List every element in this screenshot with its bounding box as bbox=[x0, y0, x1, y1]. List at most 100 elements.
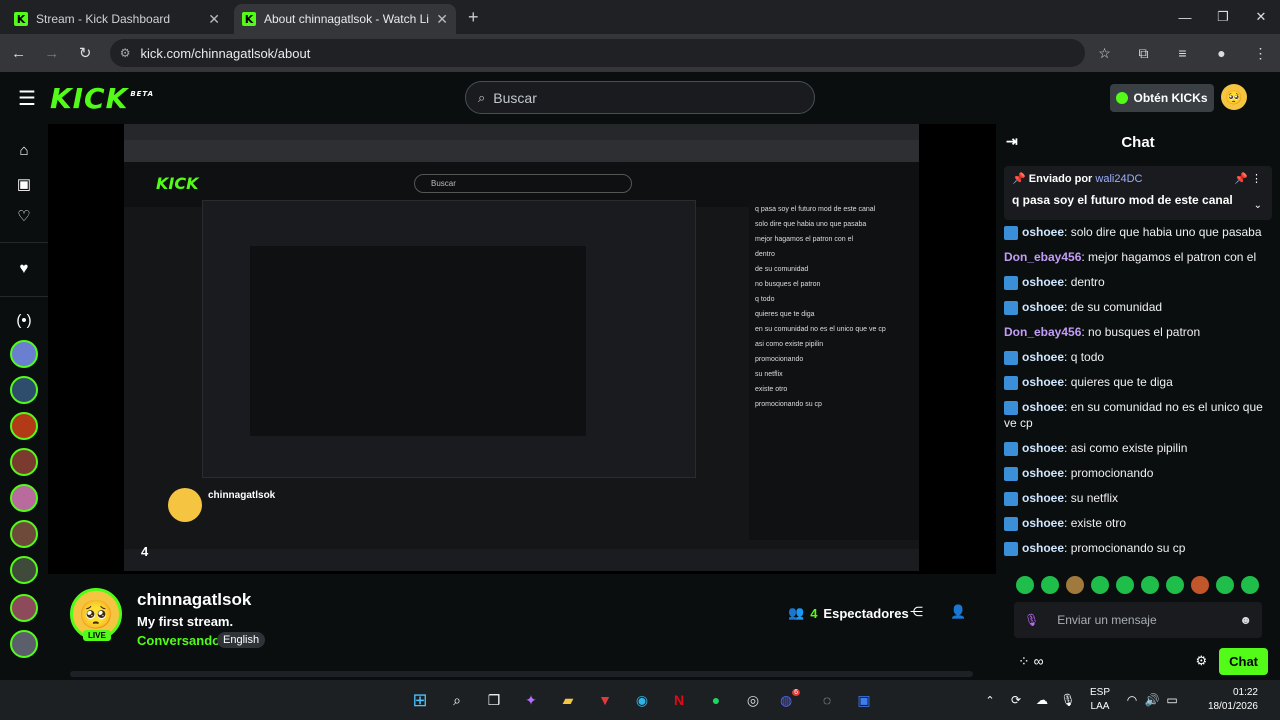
close-window-icon[interactable]: ✕ bbox=[1242, 0, 1280, 34]
emote-icon[interactable] bbox=[1116, 576, 1134, 594]
chat-username[interactable]: oshoee bbox=[1022, 350, 1064, 364]
file-explorer-icon[interactable]: ▰ bbox=[556, 688, 580, 712]
back-icon[interactable]: ← bbox=[4, 45, 33, 62]
keyboard-language[interactable]: ESP LAA bbox=[1090, 686, 1110, 714]
channel-avatar[interactable] bbox=[10, 376, 38, 404]
home-icon[interactable]: ⌂ bbox=[12, 138, 36, 162]
emote-icon[interactable] bbox=[1191, 576, 1209, 594]
collapse-chat-icon[interactable]: ⇥ bbox=[1006, 133, 1018, 150]
chat-username[interactable]: oshoee bbox=[1022, 300, 1064, 314]
media-icon[interactable]: ≡ bbox=[1163, 45, 1202, 61]
chat-username[interactable]: oshoee bbox=[1022, 491, 1064, 505]
kicks-infinity-icon[interactable]: ⁘ ∞ bbox=[1018, 653, 1044, 670]
pinned-message[interactable]: 📌 Enviado por wali24DC q pasa soy el fut… bbox=[1004, 166, 1272, 220]
settings-gear-icon[interactable]: ⚙ bbox=[1195, 653, 1207, 669]
pinned-user[interactable]: wali24DC bbox=[1095, 173, 1142, 185]
task-view-icon[interactable]: ❐ bbox=[482, 688, 506, 712]
profile-icon[interactable]: ● bbox=[1202, 45, 1241, 61]
kick-logo[interactable]: KICK BETA bbox=[50, 82, 154, 115]
extensions-icon[interactable]: ⧉ bbox=[1124, 45, 1163, 62]
search-input[interactable]: ⌕ Buscar bbox=[465, 81, 815, 114]
microphone-icon[interactable]: 🎙 bbox=[1024, 613, 1039, 627]
close-icon[interactable]: ✕ bbox=[436, 11, 448, 28]
language-tag[interactable]: English bbox=[217, 632, 266, 648]
reload-icon[interactable]: ↻ bbox=[71, 44, 100, 62]
video-player[interactable]: KICK Buscar q pasa soy el futuro mod de … bbox=[48, 124, 996, 574]
menu-icon[interactable]: ⋮ bbox=[1241, 45, 1280, 62]
discord-icon[interactable]: ◍ 6 bbox=[778, 688, 802, 712]
emote-icon[interactable] bbox=[1066, 576, 1084, 594]
video-kick-logo: KICK bbox=[156, 174, 199, 193]
user-avatar[interactable]: 🥺 bbox=[1221, 84, 1247, 110]
edge-icon[interactable]: ◉ bbox=[630, 688, 654, 712]
mic-tray-icon[interactable]: 🎙 bbox=[1056, 688, 1080, 712]
chat-username[interactable]: oshoee bbox=[1022, 441, 1064, 455]
channel-avatar[interactable] bbox=[10, 412, 38, 440]
emote-icon[interactable] bbox=[1141, 576, 1159, 594]
spotify-icon[interactable]: ● bbox=[704, 688, 728, 712]
channel-avatar[interactable] bbox=[10, 448, 38, 476]
user-badge-icon bbox=[1004, 466, 1018, 481]
browse-icon[interactable]: ▣ bbox=[12, 172, 36, 196]
emote-icon[interactable] bbox=[1091, 576, 1109, 594]
minimize-icon[interactable]: — bbox=[1166, 0, 1204, 34]
channel-avatar[interactable] bbox=[10, 484, 38, 512]
live-channels-icon[interactable]: (•) bbox=[12, 308, 36, 332]
chat-username[interactable]: oshoee bbox=[1022, 400, 1064, 414]
cloud-icon[interactable]: ☁ bbox=[1030, 688, 1054, 712]
site-info-icon[interactable]: ⚙ bbox=[120, 46, 131, 60]
bookmark-star-icon[interactable]: ☆ bbox=[1085, 45, 1124, 62]
emoji-icon[interactable]: ☻ bbox=[1239, 613, 1252, 627]
chrome-icon[interactable]: ◎ bbox=[741, 688, 765, 712]
emote-icon[interactable] bbox=[1216, 576, 1234, 594]
pin-options-icon[interactable]: 📌 ⋮ bbox=[1234, 172, 1262, 185]
chat-message-input[interactable]: 🎙 Enviar un mensaje ☻ bbox=[1014, 602, 1262, 638]
get-kicks-button[interactable]: Obtén KICKs bbox=[1110, 84, 1214, 112]
url-field[interactable]: ⚙ kick.com/chinnagatlsok/about bbox=[109, 39, 1085, 67]
chevron-down-icon[interactable]: ⌄ bbox=[1254, 200, 1262, 211]
chat-username[interactable]: oshoee bbox=[1022, 516, 1064, 530]
horizontal-scrollbar[interactable] bbox=[70, 671, 973, 677]
battery-icon[interactable]: ▭ bbox=[1160, 688, 1184, 712]
chat-username[interactable]: oshoee bbox=[1022, 275, 1064, 289]
channel-avatar[interactable] bbox=[10, 556, 38, 584]
following-icon[interactable]: ♥ bbox=[12, 256, 36, 280]
emote-icon[interactable] bbox=[1166, 576, 1184, 594]
follow-user-icon[interactable]: 👤 bbox=[950, 604, 966, 620]
chat-username[interactable]: oshoee bbox=[1022, 225, 1064, 239]
chat-username[interactable]: Don_ebay456 bbox=[1004, 325, 1081, 339]
brave-icon[interactable]: ▼ bbox=[593, 688, 617, 712]
chat-username[interactable]: Don_ebay456 bbox=[1004, 250, 1081, 264]
tab-about-channel[interactable]: K About chinnagatlsok - Watch Li ✕ bbox=[234, 4, 456, 34]
close-icon[interactable]: ✕ bbox=[208, 11, 220, 28]
search-icon[interactable]: ⌕ bbox=[445, 688, 469, 712]
emote-icon[interactable] bbox=[1241, 576, 1259, 594]
chat-username[interactable]: oshoee bbox=[1022, 541, 1064, 555]
emote-icon[interactable] bbox=[1016, 576, 1034, 594]
send-chat-button[interactable]: Chat bbox=[1219, 647, 1268, 675]
chat-username[interactable]: oshoee bbox=[1022, 466, 1064, 480]
channel-avatar[interactable] bbox=[10, 340, 38, 368]
app-icon[interactable]: ▣ bbox=[852, 688, 876, 712]
tray-app-icon[interactable]: ⟳ bbox=[1004, 688, 1028, 712]
share-icon[interactable]: ⋲ bbox=[910, 604, 923, 620]
netflix-icon[interactable]: N bbox=[667, 688, 691, 712]
channel-avatar[interactable] bbox=[10, 520, 38, 548]
hamburger-menu-icon[interactable]: ☰ bbox=[18, 86, 36, 111]
forward-icon[interactable]: → bbox=[37, 45, 66, 62]
category-link[interactable]: Conversando bbox=[137, 633, 220, 648]
tab-kick-dashboard[interactable]: K Stream - Kick Dashboard ✕ bbox=[6, 4, 228, 34]
obs-icon[interactable]: ◌ bbox=[815, 688, 839, 712]
emote-icon[interactable] bbox=[1041, 576, 1059, 594]
restore-icon[interactable]: ❐ bbox=[1204, 0, 1242, 34]
channel-avatar[interactable] bbox=[10, 630, 38, 658]
windows-start-icon[interactable]: ⊞ bbox=[408, 688, 432, 712]
system-clock[interactable]: 01:22 18/01/2026 bbox=[1208, 686, 1258, 714]
following-heart-icon[interactable]: ♡ bbox=[12, 204, 36, 228]
copilot-icon[interactable]: ✦ bbox=[519, 688, 543, 712]
chat-username[interactable]: oshoee bbox=[1022, 375, 1064, 389]
channel-name[interactable]: chinnagatlsok bbox=[137, 590, 251, 610]
channel-avatar[interactable] bbox=[10, 594, 38, 622]
tray-chevron-icon[interactable]: ⌃ bbox=[978, 688, 1002, 712]
new-tab-icon[interactable]: + bbox=[468, 7, 479, 28]
